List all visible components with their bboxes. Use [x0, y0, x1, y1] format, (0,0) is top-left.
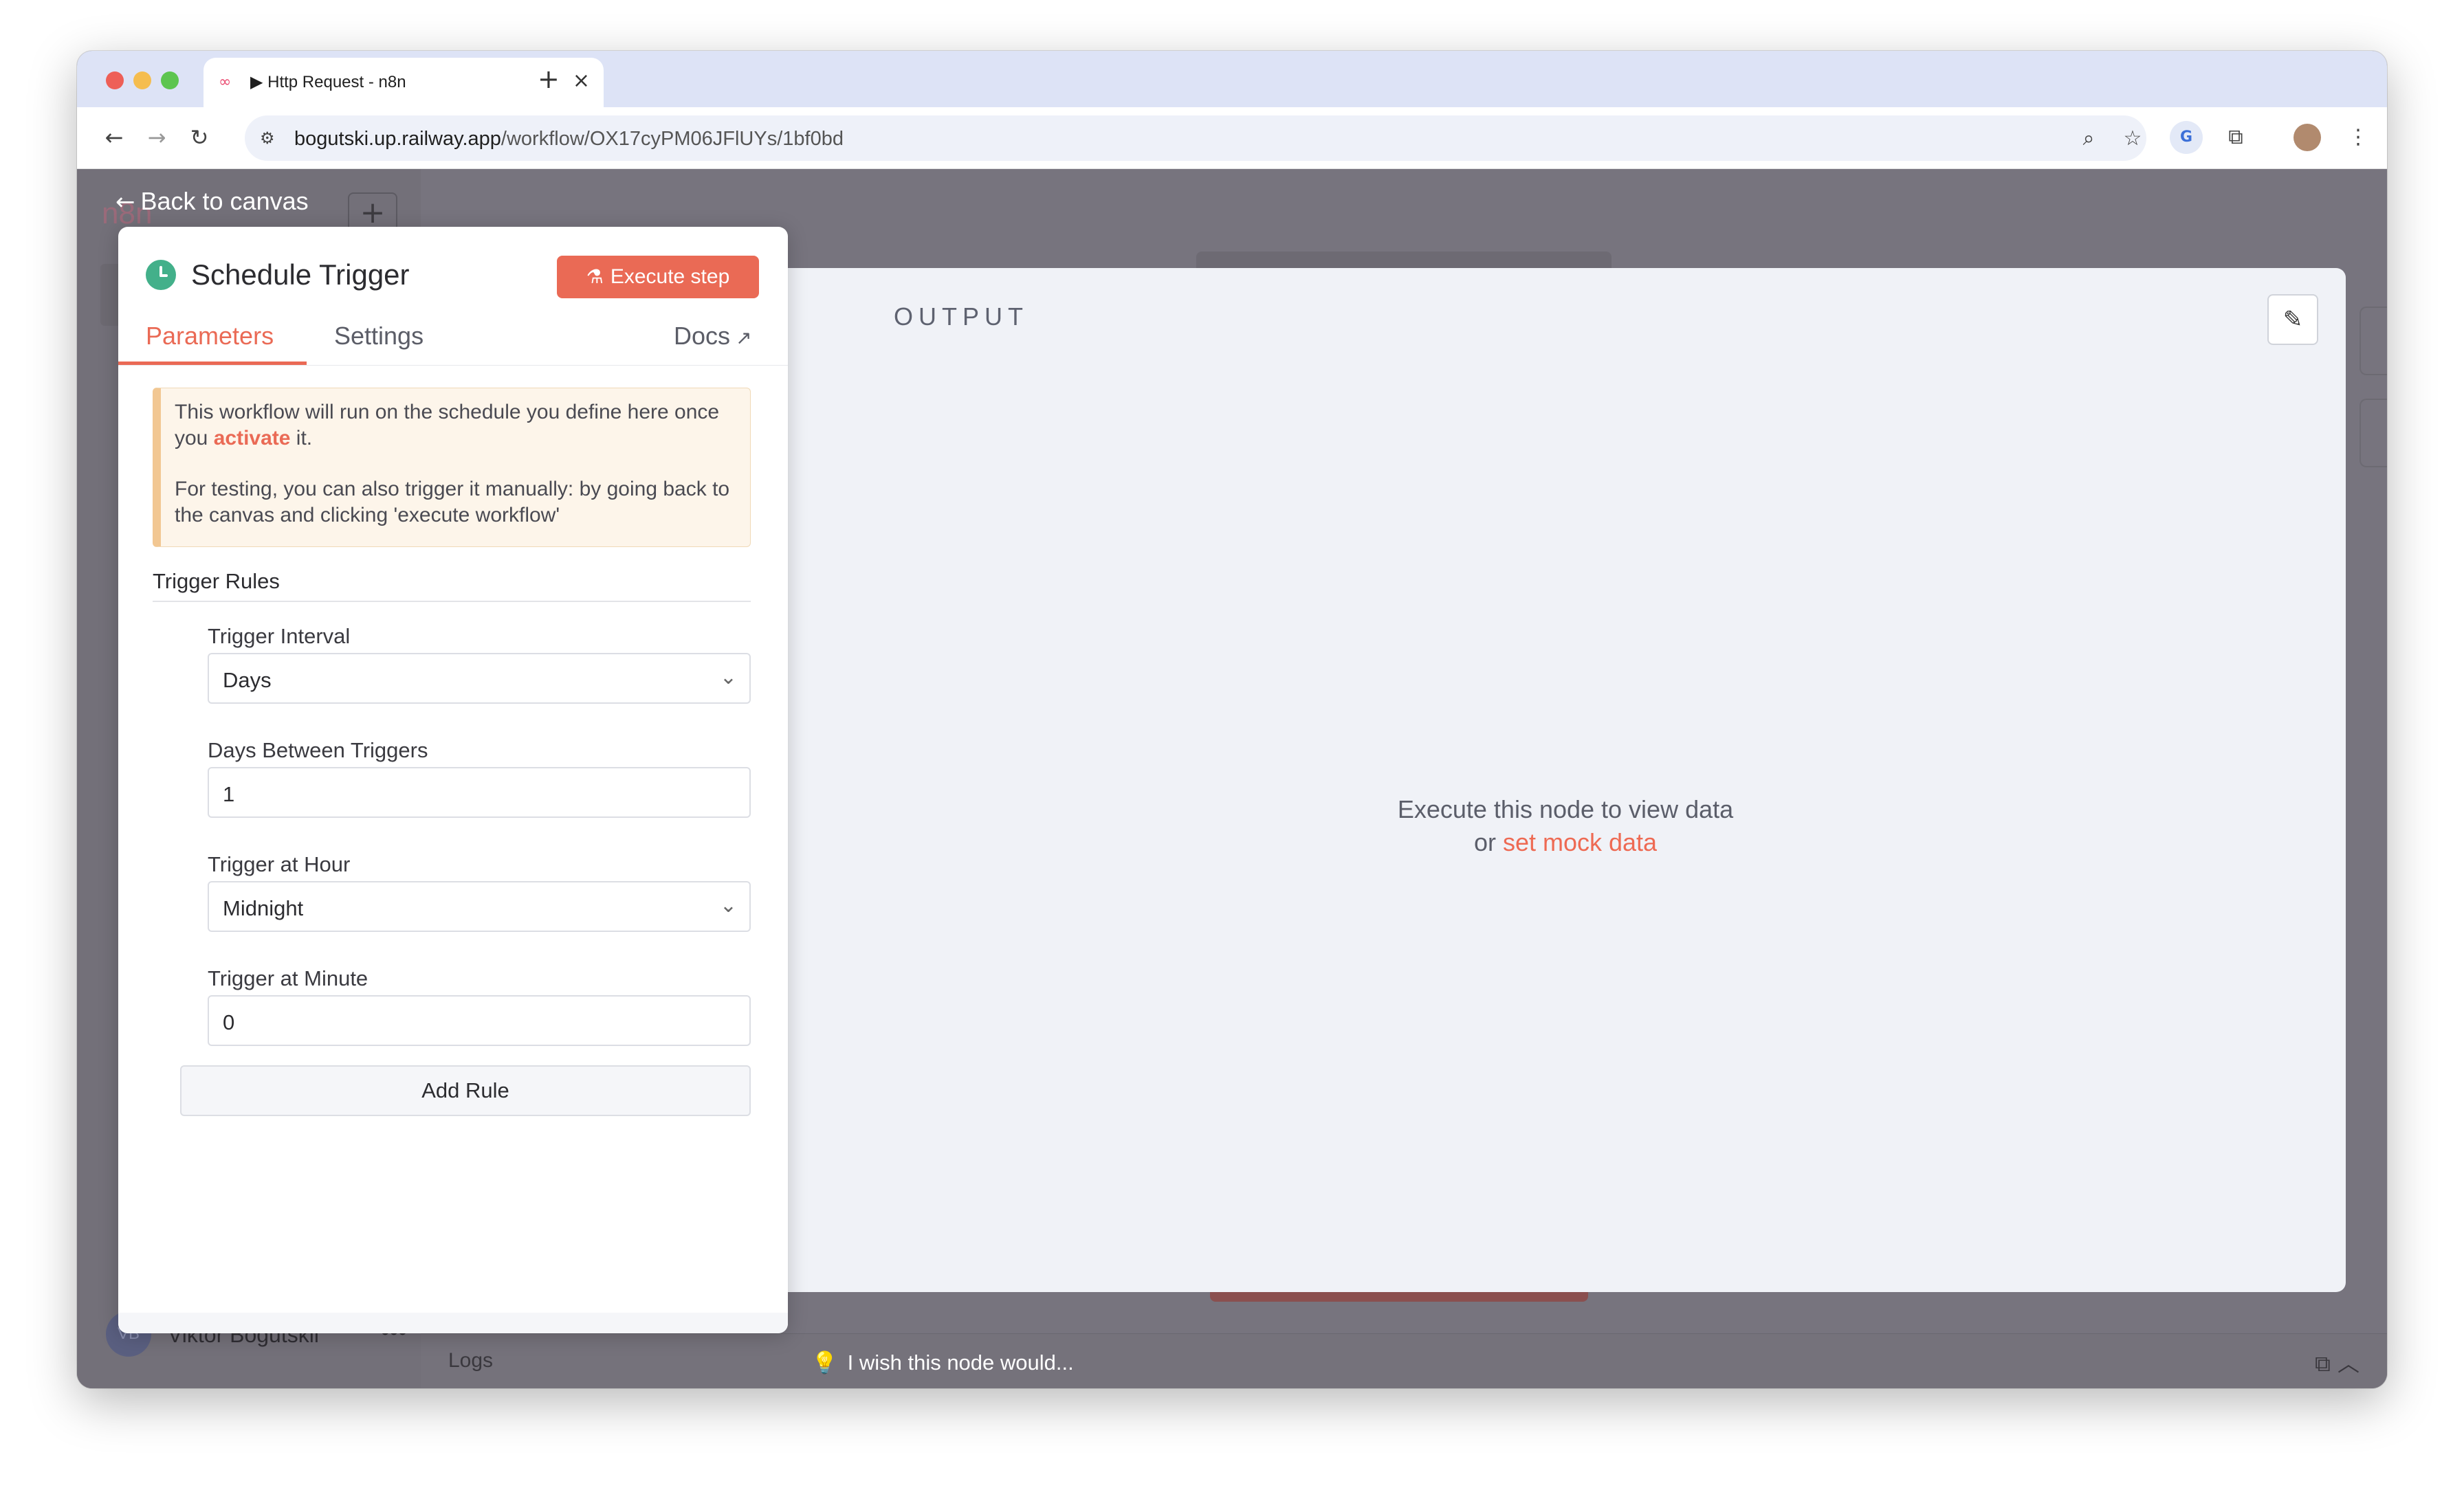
background-logs-bar: Logs ⧉ ︿ — [421, 1333, 2387, 1388]
parameters-content: This workflow will run on the schedule y… — [118, 366, 788, 1313]
output-panel: OUTPUT ✎ Execute this node to view data … — [785, 268, 2346, 1292]
trigger-rules-title: Trigger Rules — [153, 569, 280, 593]
chevron-down-icon: ⌄ — [719, 665, 737, 689]
url-text[interactable]: bogutski.up.railway.app/workflow/OX17cyP… — [294, 128, 844, 150]
tab-title: ▶ Http Request - n8n — [250, 73, 406, 91]
set-mock-data-link[interactable]: set mock data — [1503, 828, 1657, 856]
profile-avatar-icon[interactable] — [2294, 124, 2321, 151]
lightbulb-icon: 💡 — [811, 1350, 838, 1375]
empty-message-or: or — [1473, 828, 1503, 856]
notice-line-2: For testing, you can also trigger it man… — [175, 478, 730, 526]
edit-output-pencil-icon[interactable]: ✎ — [2267, 294, 2318, 345]
clock-icon — [146, 260, 176, 290]
schedule-notice: This workflow will run on the schedule y… — [153, 388, 751, 547]
external-link-icon: ↗ — [736, 326, 752, 349]
output-empty-message: Execute this node to view data or set mo… — [785, 793, 2346, 859]
tab-settings[interactable]: Settings — [334, 322, 424, 351]
reload-icon[interactable]: ↻ — [183, 121, 216, 154]
execute-step-button[interactable]: ⚗ Execute step — [557, 256, 759, 298]
activate-link[interactable]: activate — [214, 427, 291, 449]
new-tab-button[interactable]: + — [538, 62, 560, 96]
node-title[interactable]: Schedule Trigger — [191, 258, 410, 291]
browser-toolbar: ← → ↻ ⚙ bogutski.up.railway.app/workflow… — [77, 107, 2387, 169]
trigger-interval-label: Trigger Interval — [208, 624, 351, 648]
zoom-icon[interactable]: ⌕ — [2075, 125, 2102, 153]
output-title: OUTPUT — [894, 302, 1028, 331]
site-settings-icon[interactable]: ⚙ — [260, 128, 280, 148]
tab-strip: ∞ ▶ Http Request - n8n × + — [77, 51, 2387, 107]
back-to-canvas-link[interactable]: ← Back to canvas — [116, 187, 309, 216]
address-bar[interactable]: ⚙ bogutski.up.railway.app/workflow/OX17c… — [245, 115, 2146, 161]
logs-label: Logs — [448, 1349, 494, 1372]
node-parameters-panel: Schedule Trigger ⚗ Execute step Parameter… — [118, 227, 788, 1333]
trigger-at-hour-select[interactable]: Midnight ⌄ — [208, 881, 751, 932]
trigger-interval-select[interactable]: Days ⌄ — [208, 653, 751, 704]
minimize-window-button[interactable] — [133, 71, 151, 89]
notice-line-1: This workflow will run on the schedule y… — [175, 401, 720, 449]
section-divider — [153, 601, 751, 602]
more-menu-icon[interactable]: ⋮ — [2342, 121, 2375, 154]
active-tab-indicator — [118, 362, 307, 365]
add-rule-button[interactable]: Add Rule — [180, 1065, 751, 1116]
background-canvas-control — [2360, 307, 2387, 375]
feedback-prompt[interactable]: 💡 I wish this node would... — [811, 1350, 1074, 1375]
flask-icon: ⚗ — [586, 265, 604, 288]
browser-window: ∞ ▶ Http Request - n8n × + ← → ↻ ⚙ bogut… — [77, 51, 2387, 1388]
logs-toggle-icon: ⧉ ︿ — [2314, 1350, 2360, 1377]
tab-parameters[interactable]: Parameters — [146, 322, 274, 351]
n8n-favicon-icon: ∞ — [219, 74, 232, 91]
trigger-at-minute-label: Trigger at Minute — [208, 966, 368, 990]
trigger-at-hour-label: Trigger at Hour — [208, 852, 351, 876]
translate-extension-icon[interactable]: G — [2170, 121, 2203, 154]
docs-link[interactable]: Docs ↗ — [674, 322, 752, 351]
close-window-button[interactable] — [106, 71, 124, 89]
trigger-at-minute-input[interactable]: 0 — [208, 995, 751, 1046]
empty-message-line: Execute this node to view data — [1397, 795, 1734, 823]
extensions-puzzle-icon[interactable]: ⧉ — [2219, 121, 2252, 154]
chevron-down-icon: ⌄ — [719, 893, 737, 918]
days-between-triggers-input[interactable]: 1 — [208, 767, 751, 818]
forward-arrow-icon[interactable]: → — [140, 121, 173, 154]
node-header: Schedule Trigger ⚗ Execute step — [118, 227, 788, 308]
node-tabs: Parameters Settings Docs ↗ — [118, 308, 788, 366]
background-canvas-control — [2360, 399, 2387, 467]
bookmark-star-icon[interactable]: ☆ — [2119, 125, 2146, 153]
days-between-triggers-label: Days Between Triggers — [208, 738, 428, 762]
maximize-window-button[interactable] — [161, 71, 179, 89]
close-tab-icon[interactable]: × — [573, 70, 590, 92]
back-arrow-icon[interactable]: ← — [98, 121, 131, 154]
n8n-page: n8n + VB Viktor Bogutskii ••• Logs ⧉ ︿ ←… — [77, 169, 2387, 1388]
parameters-body: This workflow will run on the schedule y… — [118, 366, 788, 1333]
arrow-left-icon: ← — [116, 188, 135, 216]
